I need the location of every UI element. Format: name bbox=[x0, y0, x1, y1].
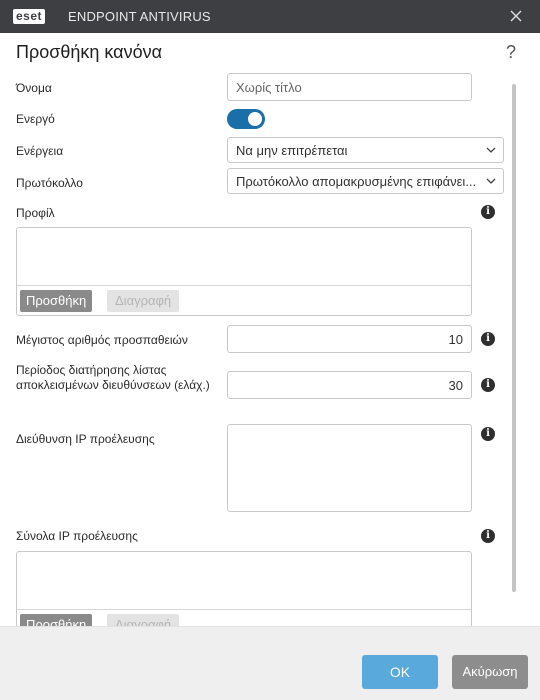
scrollbar[interactable] bbox=[512, 84, 516, 592]
dialog-title: Προσθήκη κανόνα bbox=[16, 42, 162, 62]
title-bar: eset ENDPOINT ANTIVIRUS bbox=[0, 0, 540, 33]
source-ip-sets-add-button[interactable]: Προσθήκη bbox=[20, 614, 93, 626]
app-title: ENDPOINT ANTIVIRUS bbox=[68, 9, 211, 24]
eset-logo: eset bbox=[13, 8, 46, 25]
profile-add-button[interactable]: Προσθήκη bbox=[20, 290, 93, 312]
action-select-value: Να μην επιτρέπεται bbox=[236, 143, 348, 158]
profile-label: Προφίλ bbox=[16, 206, 55, 220]
toggle-knob bbox=[248, 112, 262, 126]
protocol-select-value: Πρωτόκολλο απομακρυσμένης επιφάνει... bbox=[236, 174, 477, 189]
active-toggle[interactable] bbox=[227, 109, 265, 129]
retention-input[interactable]: 30 bbox=[227, 371, 472, 399]
max-attempts-label: Μέγιστος αριθμός προσπαθειών bbox=[16, 333, 188, 347]
ok-button[interactable]: OK bbox=[362, 655, 438, 689]
help-icon[interactable]: ? bbox=[506, 42, 516, 63]
protocol-label: Πρωτόκολλο bbox=[16, 176, 83, 190]
info-icon[interactable]: i bbox=[481, 378, 495, 392]
max-attempts-input[interactable]: 10 bbox=[227, 325, 472, 353]
info-icon[interactable]: i bbox=[481, 332, 495, 346]
action-select[interactable]: Να μην επιτρέπεται bbox=[227, 137, 504, 163]
source-ip-sets-toolbar: Προσθήκη Διαγραφή bbox=[17, 609, 471, 626]
rule-form: Όνομα Ενεργό Ενέργεια Να μην επιτρέπεται… bbox=[0, 70, 540, 626]
source-ip-sets-list[interactable]: Προσθήκη Διαγραφή bbox=[16, 551, 472, 626]
protocol-select[interactable]: Πρωτόκολλο απομακρυσμένης επιφάνει... bbox=[227, 168, 504, 194]
name-label: Όνομα bbox=[16, 81, 52, 95]
logo-text: eset bbox=[13, 9, 46, 24]
active-label: Ενεργό bbox=[16, 112, 55, 126]
info-icon[interactable]: i bbox=[481, 205, 495, 219]
profile-list-toolbar: Προσθήκη Διαγραφή bbox=[17, 285, 471, 315]
info-icon[interactable]: i bbox=[481, 427, 495, 441]
info-icon[interactable]: i bbox=[481, 529, 495, 543]
source-ip-sets-label: Σύνολα IP προέλευσης bbox=[16, 529, 138, 543]
chevron-down-icon bbox=[486, 178, 496, 184]
source-ip-textarea[interactable] bbox=[227, 424, 472, 512]
name-input[interactable] bbox=[227, 73, 472, 101]
dialog-footer: OK Ακύρωση bbox=[0, 626, 540, 700]
close-icon[interactable] bbox=[508, 8, 524, 24]
action-label: Ενέργεια bbox=[16, 144, 64, 158]
chevron-down-icon bbox=[486, 147, 496, 153]
profile-list[interactable]: Προσθήκη Διαγραφή bbox=[16, 227, 472, 316]
source-ip-label: Διεύθυνση IP προέλευσης bbox=[16, 432, 155, 446]
source-ip-sets-delete-button[interactable]: Διαγραφή bbox=[107, 614, 180, 626]
profile-delete-button[interactable]: Διαγραφή bbox=[107, 290, 180, 312]
cancel-button[interactable]: Ακύρωση bbox=[452, 655, 528, 689]
retention-label: Περίοδος διατήρησης λίστας αποκλεισμένων… bbox=[16, 363, 210, 392]
